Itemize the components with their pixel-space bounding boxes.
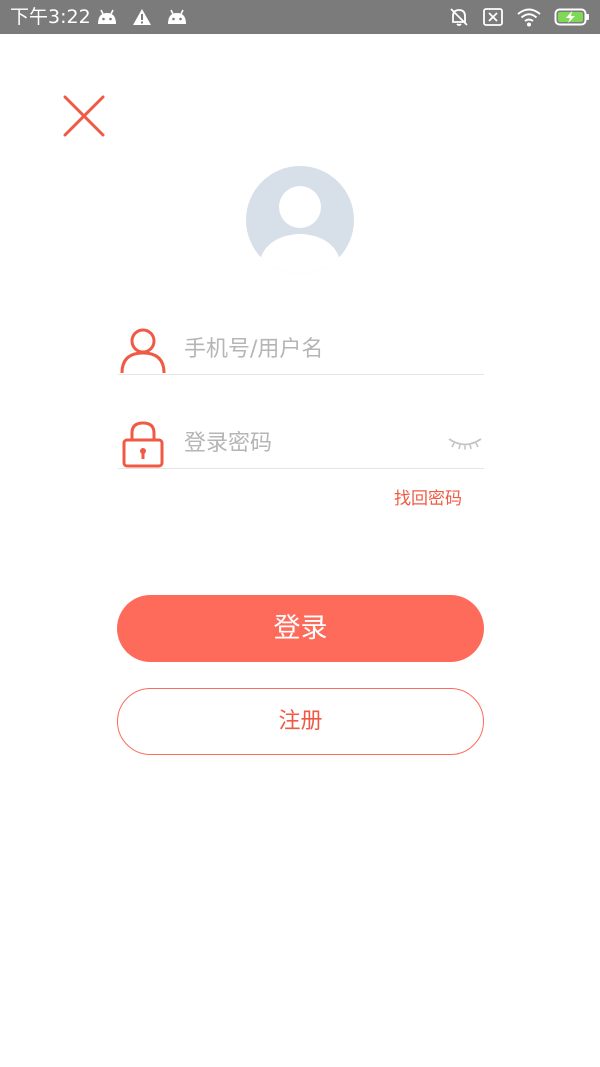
close-button[interactable] — [60, 92, 108, 140]
status-notification-icons — [96, 7, 188, 27]
username-input[interactable] — [184, 330, 424, 368]
sim-off-icon — [483, 8, 503, 26]
status-time: 下午3:22 — [10, 6, 91, 28]
status-system-icons — [448, 6, 590, 28]
battery-charging-icon — [554, 8, 589, 26]
android-icon — [98, 9, 116, 24]
alarm-off-icon — [450, 8, 468, 26]
lock-icon — [122, 421, 164, 468]
close-icon — [63, 95, 105, 137]
user-icon — [120, 328, 166, 374]
hide-password-icon[interactable] — [446, 434, 484, 454]
password-input[interactable] — [184, 424, 424, 462]
default-avatar-icon — [246, 166, 354, 274]
wifi-icon — [517, 8, 541, 27]
avatar — [246, 166, 354, 274]
login-button[interactable]: 登录 — [117, 595, 484, 662]
password-field — [118, 418, 484, 469]
register-button[interactable]: 注册 — [117, 688, 484, 755]
username-field — [118, 324, 484, 375]
status-bar: 下午3:22 — [0, 0, 600, 34]
android-icon — [168, 9, 186, 24]
warning-icon — [133, 9, 151, 25]
forgot-password-link[interactable]: 找回密码 — [394, 488, 462, 510]
